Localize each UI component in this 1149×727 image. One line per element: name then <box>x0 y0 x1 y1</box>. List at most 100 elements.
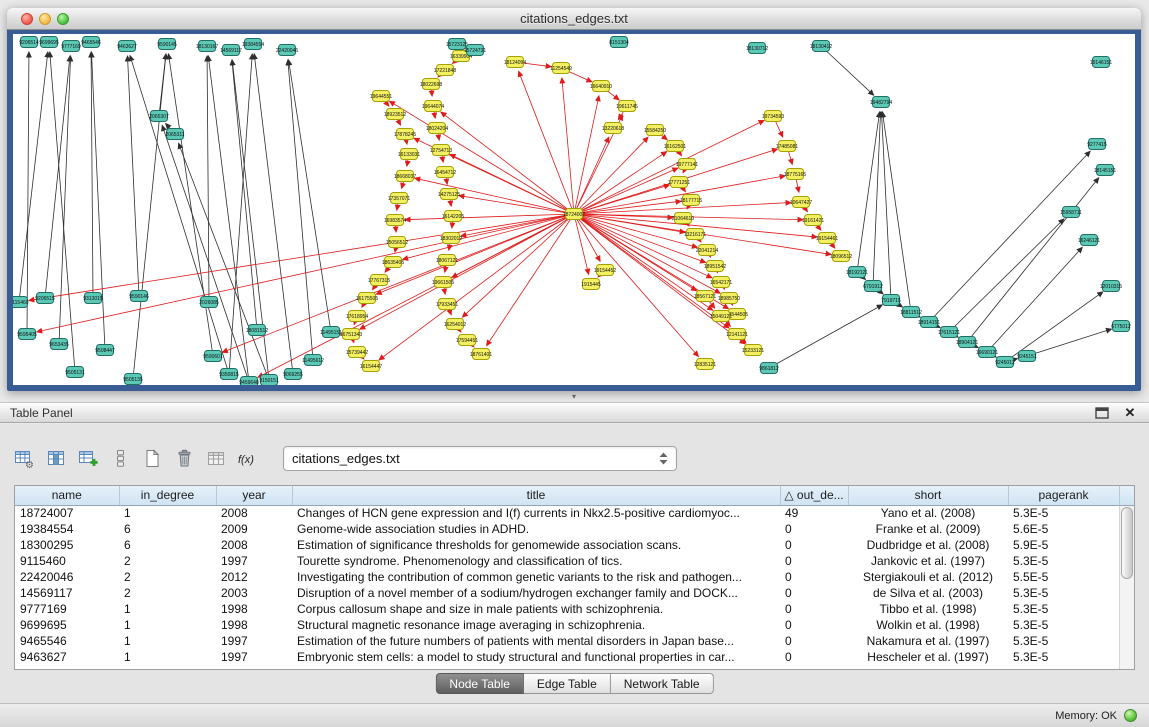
graph-node[interactable]: 16133031 <box>398 149 420 160</box>
minimize-button[interactable] <box>39 13 51 25</box>
graph-canvas[interactable]: 9206514969969597771699465546946362795901… <box>13 34 1135 385</box>
graph-node[interactable]: 18567121 <box>694 291 716 302</box>
memory-indicator[interactable] <box>1124 709 1137 722</box>
graph-node[interactable]: 18811512 <box>900 307 922 318</box>
graph-node[interactable]: 18067121 <box>436 255 458 266</box>
tab-network-table[interactable]: Network Table <box>611 673 714 694</box>
close-panel-button[interactable]: ✕ <box>1121 405 1139 421</box>
graph-node[interactable]: 9463627 <box>117 41 137 52</box>
graph-node[interactable]: 18192121 <box>846 267 868 278</box>
graph-node[interactable]: 18130167 <box>196 41 218 52</box>
graph-node[interactable]: 16751343 <box>340 329 362 340</box>
graph-node[interactable]: 9313015 <box>83 293 103 304</box>
graph-node[interactable]: 16542171 <box>710 277 732 288</box>
graph-node[interactable]: 16162501 <box>664 141 686 152</box>
graph-node[interactable]: 9150151 <box>259 375 279 386</box>
graph-node[interactable]: 11495151 <box>320 327 342 338</box>
graph-node[interactable]: 19611745 <box>616 101 638 112</box>
graph-node[interactable]: 12754713 <box>430 145 452 156</box>
graph-node[interactable]: 9245151 <box>1017 351 1037 362</box>
graph-node[interactable]: 17933451 <box>436 299 458 310</box>
graph-node[interactable]: 16983574 <box>384 215 406 226</box>
graph-node[interactable]: 18951542 <box>704 261 726 272</box>
graph-node[interactable]: 18724007 <box>563 209 585 220</box>
graph-node[interactable]: 18130712 <box>746 43 768 54</box>
graph-node[interactable]: 9245012 <box>995 357 1015 368</box>
graph-node[interactable]: 17221848 <box>434 65 456 76</box>
column-header-short[interactable]: short <box>848 486 1008 505</box>
float-panel-button[interactable] <box>1093 405 1111 421</box>
graph-node[interactable]: 17357071 <box>388 193 410 204</box>
table-row[interactable]: 1830029562008Estimation of significance … <box>15 537 1119 553</box>
window-titlebar[interactable]: citations_edges.txt <box>7 8 1141 30</box>
graph-node[interactable]: 9206515 <box>35 293 55 304</box>
graph-node[interactable]: 16454712 <box>434 167 456 178</box>
graph-node[interactable]: 9590146 <box>129 291 149 302</box>
graph-node[interactable]: 18775165 <box>784 169 806 180</box>
graph-node[interactable]: 1915445 <box>581 279 601 290</box>
graph-node[interactable]: 11495612 <box>302 355 324 366</box>
network-graph[interactable]: 9206514969969597771699465546946362795901… <box>13 34 1135 385</box>
table-row[interactable]: 977716911998Corpus callosum shape and si… <box>15 601 1119 617</box>
graph-node[interactable]: 12010315 <box>1100 281 1122 292</box>
graph-node[interactable]: 9277415 <box>1087 139 1107 150</box>
import-table-button[interactable] <box>202 444 230 472</box>
graph-node[interactable]: 19482794 <box>870 97 892 108</box>
table-row[interactable]: 946554611997Estimation of the future num… <box>15 633 1119 649</box>
graph-node[interactable]: 9505131 <box>65 367 85 378</box>
graph-node[interactable]: 9699695 <box>39 37 59 48</box>
graph-node[interactable]: 17615121 <box>938 327 960 338</box>
graph-node[interactable]: 9115460 <box>13 297 29 308</box>
panel-resize-handle[interactable]: ▾ <box>565 392 583 401</box>
tab-node-table[interactable]: Node Table <box>435 673 524 694</box>
function-builder-button[interactable]: f(x) <box>234 444 262 472</box>
table-row[interactable]: 946362711997Embryonic stem cells: a mode… <box>15 649 1119 665</box>
graph-node[interactable]: 12835121 <box>694 359 716 370</box>
graph-node[interactable]: 9069255 <box>283 369 303 380</box>
graph-node[interactable]: 2065311 <box>165 129 184 140</box>
graph-node[interactable]: 9590601 <box>203 351 223 362</box>
graph-node[interactable]: 9350815 <box>219 369 239 380</box>
column-header-in_degree[interactable]: in_degree <box>119 486 216 505</box>
graph-node[interactable]: 18668037 <box>394 171 416 182</box>
graph-node[interactable]: 18302012 <box>440 233 462 244</box>
graph-node[interactable]: 19644074 <box>422 101 444 112</box>
graph-node[interactable]: 19161421 <box>802 215 824 226</box>
table-row[interactable]: 1456911722003Disruption of a novel membe… <box>15 585 1119 601</box>
graph-node[interactable]: 16254012 <box>444 319 466 330</box>
graph-node[interactable]: 18096512 <box>830 251 852 262</box>
graph-node[interactable]: 15584250 <box>644 125 666 136</box>
graph-node[interactable]: 22420046 <box>276 45 298 56</box>
column-header-pagerank[interactable]: pagerank <box>1008 486 1119 505</box>
graph-node[interactable]: 19661505 <box>432 277 454 288</box>
table-row[interactable]: 1938455462009Genome-wide association stu… <box>15 521 1119 537</box>
graph-node[interactable]: 14569117 <box>220 45 242 56</box>
graph-node[interactable]: 17878245 <box>394 129 416 140</box>
column-header-name[interactable]: name <box>15 486 119 505</box>
graph-node[interactable]: 22041214 <box>696 245 718 256</box>
scrollbar-thumb[interactable] <box>1121 507 1133 579</box>
graph-node[interactable]: 18914151 <box>918 317 940 328</box>
graph-node[interactable]: 16246121 <box>1078 235 1100 246</box>
graph-node[interactable]: 18022698 <box>420 79 442 90</box>
graph-node[interactable]: 9590145 <box>157 39 177 50</box>
graph-node[interactable]: 15056512 <box>386 237 408 248</box>
table-row[interactable]: 911546021997Tourette syndrome. Phenomeno… <box>15 553 1119 569</box>
delete-column-button[interactable] <box>170 444 198 472</box>
graph-node[interactable]: 16154447 <box>360 361 382 372</box>
graph-node[interactable]: 9861812 <box>759 363 779 374</box>
graph-node[interactable]: 10647427 <box>790 197 812 208</box>
graph-node[interactable]: 18145151 <box>1094 165 1116 176</box>
graph-node[interactable]: 12141121 <box>726 329 748 340</box>
close-button[interactable] <box>21 13 33 25</box>
table-row[interactable]: 1872400712008Changes of HCN gene express… <box>15 505 1119 521</box>
table-rows-button[interactable] <box>106 444 134 472</box>
graph-node[interactable]: 19384554 <box>242 39 264 50</box>
graph-node[interactable]: 9595405 <box>17 329 37 340</box>
graph-node[interactable]: 19154461 <box>816 233 838 244</box>
graph-node[interactable]: 7919715 <box>881 295 901 306</box>
graph-node[interactable]: 18904121 <box>956 337 978 348</box>
graph-node[interactable]: 16690121 <box>976 347 998 358</box>
graph-node[interactable]: 2065307 <box>149 111 169 122</box>
graph-node[interactable]: 19644551 <box>370 91 392 102</box>
